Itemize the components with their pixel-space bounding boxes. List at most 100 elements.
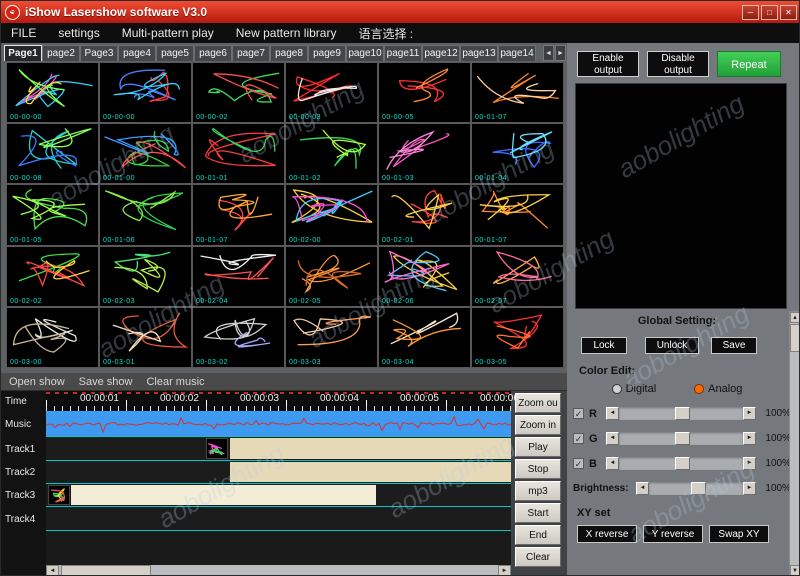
pattern-cell-bird-red-green[interactable]: 00-01-01: [192, 123, 285, 184]
r-slider-track[interactable]: [619, 407, 743, 420]
pattern-cell-figure-orange[interactable]: 00-01-07: [471, 62, 564, 123]
tab-scroll-right-icon[interactable]: ►: [555, 45, 566, 61]
pattern-cell-rabbit[interactable]: 00-03-03: [285, 307, 378, 368]
tab-page4[interactable]: page4: [118, 45, 156, 61]
timeline-button-zoom-in[interactable]: Zoom in: [515, 415, 561, 435]
track3-pattern-thumbnail[interactable]: [48, 485, 70, 505]
timeline-button-mp3[interactable]: mp3: [515, 481, 561, 501]
close-button-icon[interactable]: ✕: [780, 5, 797, 20]
r-slider-right-arrow-icon[interactable]: ►: [743, 407, 756, 420]
menu-item-1[interactable]: settings: [58, 26, 99, 40]
menu-item-2[interactable]: Multi-pattern play: [122, 26, 214, 40]
pattern-cell-spider[interactable]: 00-03-05: [471, 307, 564, 368]
pattern-cell-frog-green[interactable]: 00-01-02: [285, 123, 378, 184]
save-button[interactable]: Save: [711, 337, 757, 354]
brightness-slider-left-arrow-icon[interactable]: ◄: [636, 482, 649, 495]
tab-page14[interactable]: page14: [498, 45, 536, 61]
pattern-cell-llama[interactable]: 00-03-04: [378, 307, 471, 368]
tab-page2[interactable]: page2: [42, 45, 80, 61]
tab-page6[interactable]: page6: [194, 45, 232, 61]
pattern-cell-dancer[interactable]: 00-02-07: [471, 246, 564, 307]
brightness-slider[interactable]: ◄►: [636, 482, 756, 495]
pattern-cell-bird-red[interactable]: 00-00-05: [378, 62, 471, 123]
brightness-slider-track[interactable]: [649, 482, 743, 495]
timeline-scrollbar[interactable]: ◄ ►: [46, 565, 511, 576]
tab-page11[interactable]: page11: [384, 45, 422, 61]
pattern-cell-goat[interactable]: 00-03-00: [6, 307, 99, 368]
pattern-cell-bird-orange[interactable]: 00-01-07: [471, 184, 564, 245]
menu-item-4[interactable]: 语言选择 :: [358, 25, 413, 42]
brightness-slider-right-arrow-icon[interactable]: ►: [743, 482, 756, 495]
music-track[interactable]: [46, 411, 511, 437]
pattern-cell-flamingo[interactable]: 00-01-03: [378, 123, 471, 184]
xy-button-x-reverse[interactable]: X reverse: [577, 525, 637, 543]
pattern-cell-peacock-small[interactable]: 00-02-00: [285, 184, 378, 245]
b-slider-left-arrow-icon[interactable]: ◄: [606, 457, 619, 470]
timeline-button-start[interactable]: Start: [515, 503, 561, 523]
g-slider-left-arrow-icon[interactable]: ◄: [606, 432, 619, 445]
scrollbar-track[interactable]: [59, 565, 498, 576]
tab-page5[interactable]: page5: [156, 45, 194, 61]
disable-output-button[interactable]: Disable output: [647, 51, 709, 77]
timeline-button-end[interactable]: End: [515, 525, 561, 545]
pattern-cell-parrot[interactable]: 00-02-02: [6, 246, 99, 307]
timeline-button-clear[interactable]: Clear: [515, 547, 561, 567]
tab-page7[interactable]: page7: [232, 45, 270, 61]
tab-page13[interactable]: page13: [460, 45, 498, 61]
b-slider-right-arrow-icon[interactable]: ►: [743, 457, 756, 470]
scroll-left-icon[interactable]: ◄: [46, 565, 59, 576]
analog-radio[interactable]: Analog: [694, 383, 742, 395]
timeline-button-zoom-ou[interactable]: Zoom ou: [515, 393, 561, 413]
g-slider-track[interactable]: [619, 432, 743, 445]
xy-button-y-reverse[interactable]: Y reverse: [643, 525, 703, 543]
timeline-button-play[interactable]: Play: [515, 437, 561, 457]
tab-page8[interactable]: page8: [270, 45, 308, 61]
menu-item-3[interactable]: New pattern library: [236, 26, 337, 40]
unlock-button[interactable]: Unlock: [645, 337, 699, 354]
track1-lane[interactable]: [46, 437, 511, 461]
g-slider[interactable]: ◄►: [606, 432, 756, 445]
track2-lane[interactable]: [46, 461, 511, 484]
brightness-slider-thumb[interactable]: [691, 482, 706, 495]
pattern-cell-monkey[interactable]: 00-02-05: [285, 246, 378, 307]
r-slider-thumb[interactable]: [675, 407, 690, 420]
pattern-cell-frog[interactable]: 00-01-00: [99, 123, 192, 184]
enable-output-button[interactable]: Enable output: [577, 51, 639, 77]
pattern-cell-mouse[interactable]: 00-03-02: [192, 307, 285, 368]
pattern-cell-gecko[interactable]: 00-01-05: [6, 184, 99, 245]
track2-clip[interactable]: [230, 462, 511, 482]
pattern-cell-bird-blue[interactable]: 00-01-04: [471, 123, 564, 184]
b-checkbox-icon[interactable]: ✓: [573, 458, 584, 469]
pattern-cell-crane[interactable]: 00-02-04: [192, 246, 285, 307]
pattern-cell-bird-red2[interactable]: 00-02-01: [378, 184, 471, 245]
tab-page3[interactable]: Page3: [80, 45, 118, 61]
r-checkbox-icon[interactable]: ✓: [573, 408, 584, 419]
tab-page10[interactable]: page10: [346, 45, 384, 61]
scroll-right-icon[interactable]: ►: [498, 565, 511, 576]
timeline-button-stop[interactable]: Stop: [515, 459, 561, 479]
g-slider-thumb[interactable]: [675, 432, 690, 445]
scrollbar-thumb[interactable]: [61, 565, 151, 576]
pattern-cell-fish[interactable]: 00-00-08: [6, 123, 99, 184]
scroll-up-icon[interactable]: ▲: [790, 312, 800, 323]
track4-lane[interactable]: [46, 507, 511, 531]
repeat-button[interactable]: Repeat: [717, 51, 781, 77]
menu-item-0[interactable]: FILE: [11, 26, 36, 40]
tab-page12[interactable]: page12: [422, 45, 460, 61]
timeline-toolbar-save-show[interactable]: Save show: [79, 376, 133, 388]
pattern-cell-abstract-red[interactable]: 00-00-03: [285, 62, 378, 123]
pattern-cell-heron[interactable]: 00-03-01: [99, 307, 192, 368]
r-slider[interactable]: ◄►: [606, 407, 756, 420]
b-slider-thumb[interactable]: [675, 457, 690, 470]
b-slider-track[interactable]: [619, 457, 743, 470]
pattern-cell-horse[interactable]: 00-00-00: [6, 62, 99, 123]
scroll-down-icon[interactable]: ▼: [790, 565, 800, 576]
xy-button-swap-xy[interactable]: Swap XY: [709, 525, 769, 543]
g-slider-right-arrow-icon[interactable]: ►: [743, 432, 756, 445]
right-panel-scrollbar[interactable]: ▲ ▼: [789, 311, 800, 576]
maximize-button-icon[interactable]: □: [761, 5, 778, 20]
scrollbar-thumb[interactable]: [790, 324, 800, 352]
pattern-cell-peacock[interactable]: 00-02-06: [378, 246, 471, 307]
track1-clip[interactable]: [230, 438, 511, 459]
tab-page1[interactable]: Page1: [4, 45, 42, 61]
